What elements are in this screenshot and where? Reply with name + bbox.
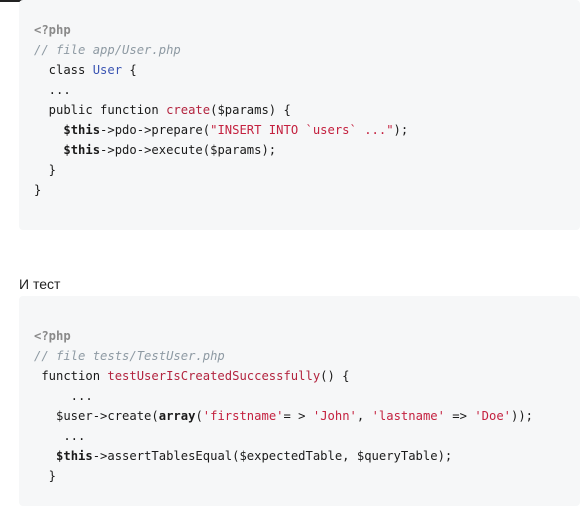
code-line: class User { <box>34 60 137 80</box>
code-token: class <box>34 63 93 77</box>
code-token: ( <box>195 409 203 423</box>
code-block-user-class: <?php // file app/User.php class User { … <box>19 0 580 230</box>
code-token: $this <box>63 123 101 137</box>
code-token: 'firstname' <box>202 409 284 423</box>
code-line: <?php <box>34 326 71 346</box>
code-line: } <box>34 180 41 200</box>
code-token: function <box>34 369 108 383</box>
code-token: ($params) { <box>210 103 291 117</box>
code-token: $this <box>56 449 93 463</box>
code-line: // file tests/TestUser.php <box>34 346 225 366</box>
code-token: 'John' <box>312 409 357 423</box>
code-line: $user->create(array('firstname'= > 'John… <box>34 406 533 426</box>
code-token: create <box>166 103 211 117</box>
code-token: public function <box>34 103 167 117</box>
code-token: array <box>158 409 196 423</box>
code-content: <?php // file app/User.php class User { … <box>19 0 408 197</box>
code-line: $this->assertTablesEqual($expectedTable,… <box>34 446 452 466</box>
code-token: ->assertTablesEqual($expectedTable, $que… <box>92 449 453 463</box>
code-token: = > <box>283 409 313 423</box>
code-token: ... <box>34 389 93 403</box>
code-token: "INSERT INTO `users` ..." <box>210 123 394 137</box>
code-block-test: <?php // file tests/TestUser.php functio… <box>19 296 580 506</box>
code-token: } <box>34 163 57 177</box>
code-token: ->pdo->prepare( <box>100 123 211 137</box>
code-token: ); <box>393 123 409 137</box>
code-token: // file tests/TestUser.php <box>34 349 225 363</box>
code-token: , <box>356 409 372 423</box>
code-content: <?php // file tests/TestUser.php functio… <box>19 296 533 483</box>
code-token: <?php <box>34 329 71 343</box>
code-line: $this->pdo->execute($params); <box>34 140 276 160</box>
code-token: )); <box>511 409 534 423</box>
code-line: $this->pdo->prepare("INSERT INTO `users`… <box>34 120 408 140</box>
code-line: } <box>34 466 56 486</box>
code-line: <?php <box>34 20 71 40</box>
code-token: => <box>444 409 475 423</box>
code-token: { <box>122 63 137 77</box>
code-token: User <box>92 63 123 77</box>
code-line: function testUserIsCreatedSuccessfully()… <box>34 366 350 386</box>
code-token: } <box>34 469 57 483</box>
code-token: testUserIsCreatedSuccessfully <box>107 369 321 383</box>
code-token: $user->create( <box>34 409 159 423</box>
code-token: 'lastname' <box>371 409 445 423</box>
code-line: ... <box>34 386 93 406</box>
code-token: ... <box>34 429 86 443</box>
code-line: ... <box>34 426 85 446</box>
code-line: // file app/User.php <box>34 40 181 60</box>
code-token: <?php <box>34 23 71 37</box>
code-token: () { <box>320 369 350 383</box>
code-line: } <box>34 160 56 180</box>
code-token: ... <box>34 83 71 97</box>
code-token: // file app/User.php <box>34 43 181 57</box>
code-line: ... <box>34 80 71 100</box>
code-token: $this <box>63 143 101 157</box>
paragraph-text: И тест <box>19 276 61 292</box>
code-token: ->pdo->execute($params); <box>100 143 277 157</box>
code-token: } <box>34 183 42 197</box>
code-line: public function create($params) { <box>34 100 291 120</box>
code-token: 'Doe' <box>474 409 511 423</box>
